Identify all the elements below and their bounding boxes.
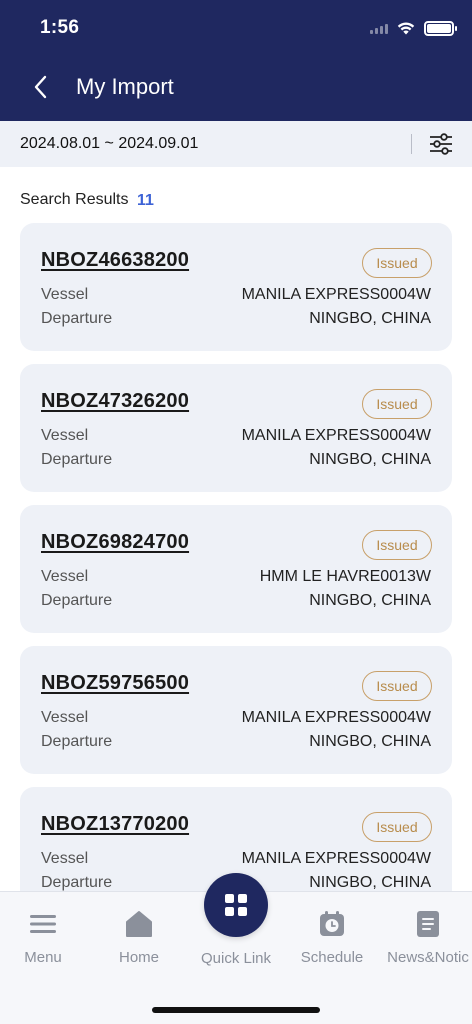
departure-value: NINGBO, CHINA	[309, 451, 431, 468]
signal-icon	[370, 22, 388, 34]
status-badge: Issued	[362, 389, 432, 419]
quick-link-button[interactable]	[204, 873, 268, 937]
vessel-label: Vessel	[41, 286, 89, 303]
vessel-row: Vessel HMM LE HAVRE0013W	[41, 568, 431, 586]
nav-schedule[interactable]: Schedule	[287, 909, 377, 966]
vessel-row: Vessel MANILA EXPRESS0004W	[41, 709, 431, 727]
status-icons	[370, 20, 457, 36]
nav-menu-label: Menu	[24, 949, 62, 966]
departure-value: NINGBO, CHINA	[309, 733, 431, 750]
departure-label: Departure	[41, 733, 113, 750]
top-header: 1:56 My Import	[0, 0, 472, 121]
document-icon	[417, 911, 439, 937]
filter-button[interactable]	[426, 130, 456, 158]
date-range[interactable]: 2024.08.01 ~ 2024.09.01	[20, 135, 198, 153]
home-indicator	[152, 1007, 320, 1013]
vessel-row: Vessel MANILA EXPRESS0004W	[41, 850, 431, 868]
back-button[interactable]	[26, 70, 54, 104]
nav-news-label: News&Notic	[387, 949, 469, 966]
vessel-value: MANILA EXPRESS0004W	[241, 850, 431, 867]
result-card[interactable]: NBOZ47326200 Issued Vessel MANILA EXPRES…	[20, 364, 452, 492]
hamburger-icon	[30, 915, 56, 933]
result-card[interactable]: NBOZ69824700 Issued Vessel HMM LE HAVRE0…	[20, 505, 452, 633]
vessel-value: MANILA EXPRESS0004W	[241, 286, 431, 303]
bl-number[interactable]: NBOZ69824700	[41, 531, 189, 554]
departure-row: Departure NINGBO, CHINA	[41, 451, 431, 469]
nav-home[interactable]: Home	[94, 909, 184, 966]
vessel-label: Vessel	[41, 568, 89, 585]
vessel-label: Vessel	[41, 427, 89, 444]
bl-number[interactable]: NBOZ47326200	[41, 390, 189, 413]
wifi-icon	[397, 22, 415, 35]
status-badge: Issued	[362, 671, 432, 701]
vessel-row: Vessel MANILA EXPRESS0004W	[41, 286, 431, 304]
vessel-label: Vessel	[41, 709, 89, 726]
status-badge: Issued	[362, 812, 432, 842]
quick-link-label[interactable]: Quick Link	[186, 950, 286, 967]
bl-number[interactable]: NBOZ46638200	[41, 249, 189, 272]
date-filter-bar: 2024.08.01 ~ 2024.09.01	[0, 121, 472, 167]
departure-value: NINGBO, CHINA	[309, 874, 431, 891]
vessel-label: Vessel	[41, 850, 89, 867]
result-card[interactable]: NBOZ46638200 Issued Vessel MANILA EXPRES…	[20, 223, 452, 351]
result-card[interactable]: NBOZ59756500 Issued Vessel MANILA EXPRES…	[20, 646, 452, 774]
bl-number[interactable]: NBOZ13770200	[41, 813, 189, 836]
vessel-value: HMM LE HAVRE0013W	[259, 568, 431, 585]
page-title: My Import	[76, 74, 174, 99]
nav-schedule-label: Schedule	[300, 949, 364, 966]
departure-label: Departure	[41, 451, 113, 468]
status-badge: Issued	[362, 248, 432, 278]
bl-number[interactable]: NBOZ59756500	[41, 672, 189, 695]
departure-value: NINGBO, CHINA	[309, 592, 431, 609]
departure-row: Departure NINGBO, CHINA	[41, 733, 431, 751]
nav-menu[interactable]: Menu	[0, 909, 88, 966]
results-list: NBOZ46638200 Issued Vessel MANILA EXPRES…	[20, 223, 452, 928]
grid-icon	[225, 894, 247, 916]
nav-home-label: Home	[118, 949, 159, 966]
chevron-left-icon	[34, 75, 47, 99]
departure-label: Departure	[41, 874, 113, 891]
nav-news[interactable]: News&Notic	[383, 909, 472, 966]
vessel-row: Vessel MANILA EXPRESS0004W	[41, 427, 431, 445]
departure-label: Departure	[41, 592, 113, 609]
departure-value: NINGBO, CHINA	[309, 310, 431, 327]
departure-label: Departure	[41, 310, 113, 327]
app-screen: 1:56 My Import 2024.08.01 ~ 2024.09.01 S…	[0, 0, 472, 1024]
clock-icon	[320, 911, 344, 936]
vessel-value: MANILA EXPRESS0004W	[241, 709, 431, 726]
divider	[411, 134, 412, 154]
departure-row: Departure NINGBO, CHINA	[41, 592, 431, 610]
results-count: 11	[137, 192, 154, 209]
home-icon	[126, 911, 152, 937]
battery-icon	[424, 20, 457, 36]
vessel-value: MANILA EXPRESS0004W	[241, 427, 431, 444]
status-time: 1:56	[40, 17, 80, 38]
sliders-icon	[430, 133, 452, 155]
results-label: Search Results	[20, 191, 129, 208]
departure-row: Departure NINGBO, CHINA	[41, 310, 431, 328]
status-badge: Issued	[362, 530, 432, 560]
